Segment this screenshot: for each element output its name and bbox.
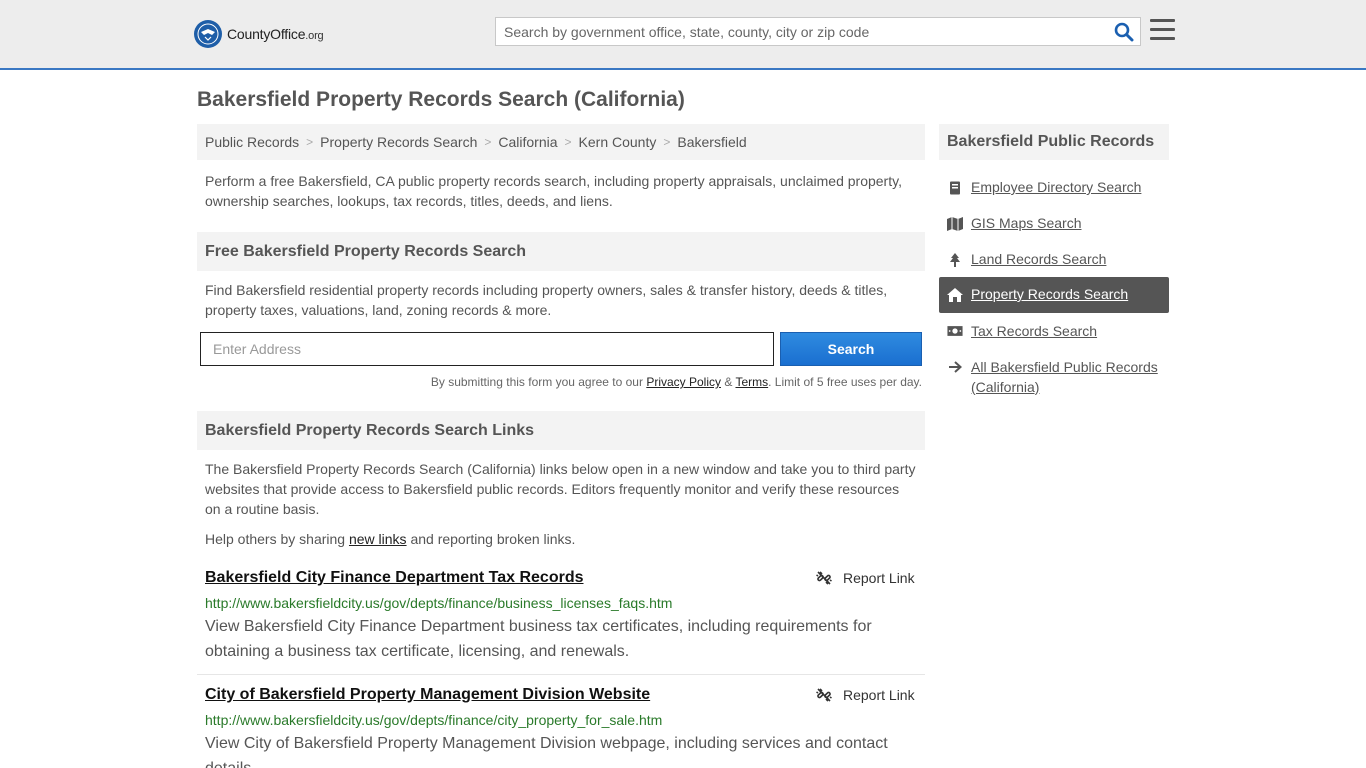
hamburger-menu-icon[interactable]: [1150, 19, 1175, 41]
map-icon: [947, 215, 963, 231]
free-search-heading: Free Bakersfield Property Records Search: [197, 232, 925, 271]
site-search-input[interactable]: [496, 18, 1106, 45]
logo-text: CountyOffice.org: [227, 26, 324, 42]
sidebar-item-employee-directory[interactable]: Employee Directory Search: [939, 170, 1169, 206]
breadcrumb-separator: >: [564, 135, 572, 149]
result-description: View Bakersfield City Finance Department…: [205, 618, 872, 660]
site-logo[interactable]: CountyOffice.org: [194, 20, 324, 48]
result-description: View City of Bakersfield Property Manage…: [205, 735, 888, 768]
breadcrumb-property-records[interactable]: Property Records Search: [320, 134, 477, 150]
sidebar-item-land-records[interactable]: Land Records Search: [939, 242, 1169, 278]
breadcrumb-bakersfield[interactable]: Bakersfield: [677, 134, 746, 150]
free-search-description: Find Bakersfield residential property re…: [205, 282, 888, 318]
result-title-link[interactable]: City of Bakersfield Property Management …: [205, 686, 650, 704]
sidebar-item-label: GIS Maps Search: [971, 215, 1082, 231]
links-description: The Bakersfield Property Records Search …: [205, 461, 916, 517]
result-title-link[interactable]: Bakersfield City Finance Department Tax …: [205, 569, 584, 587]
new-links-link[interactable]: new links: [349, 531, 407, 547]
breadcrumb-public-records[interactable]: Public Records: [205, 134, 299, 150]
result-divider: [197, 674, 925, 675]
links-heading: Bakersfield Property Records Search Link…: [197, 411, 925, 450]
breadcrumb-california[interactable]: California: [498, 134, 557, 150]
sidebar-item-label: Tax Records Search: [971, 323, 1098, 339]
report-link-button[interactable]: Report Link: [816, 570, 915, 586]
breadcrumb: Public Records > Property Records Search…: [197, 124, 925, 160]
site-search: [495, 17, 1141, 46]
page-title: Bakersfield Property Records Search (Cal…: [197, 88, 685, 111]
breadcrumb-kern-county[interactable]: Kern County: [579, 134, 657, 150]
search-button[interactable]: Search: [780, 332, 922, 366]
sidebar-heading: Bakersfield Public Records: [939, 124, 1169, 160]
result-url: http://www.bakersfieldcity.us/gov/depts/…: [205, 595, 673, 611]
report-link-button[interactable]: Report Link: [816, 687, 915, 703]
terms-link[interactable]: Terms: [735, 375, 768, 389]
search-icon[interactable]: [1114, 22, 1134, 42]
arrow-right-icon: [947, 359, 963, 373]
sidebar-item-label: All Bakersfield Public Records (Californ…: [971, 359, 1158, 395]
sidebar-item-all-public-records[interactable]: All Bakersfield Public Records (Californ…: [939, 350, 1169, 406]
result-url: http://www.bakersfieldcity.us/gov/depts/…: [205, 712, 663, 728]
sidebar-item-label: Property Records Search: [971, 286, 1129, 302]
sidebar-item-label: Land Records Search: [971, 251, 1107, 267]
address-input[interactable]: [200, 332, 774, 366]
breadcrumb-separator: >: [484, 135, 492, 149]
tree-icon: [947, 251, 963, 267]
home-icon: [947, 286, 963, 302]
sidebar-item-property-records[interactable]: Property Records Search: [939, 277, 1169, 313]
book-icon: [947, 179, 963, 195]
broken-link-icon: [816, 688, 832, 702]
county-seal-icon: [194, 20, 222, 48]
top-bar: CountyOffice.org: [0, 0, 1366, 70]
intro-text: Perform a free Bakersfield, CA public pr…: [205, 173, 902, 209]
terms-notice: By submitting this form you agree to our…: [430, 375, 922, 389]
share-links-text: Help others by sharing new links and rep…: [205, 531, 576, 547]
money-icon: [947, 323, 963, 337]
breadcrumb-separator: >: [663, 135, 671, 149]
privacy-policy-link[interactable]: Privacy Policy: [646, 375, 721, 389]
sidebar-item-label: Employee Directory Search: [971, 179, 1142, 195]
sidebar-item-tax-records[interactable]: Tax Records Search: [939, 314, 1169, 350]
sidebar-item-gis-maps[interactable]: GIS Maps Search: [939, 206, 1169, 242]
broken-link-icon: [816, 571, 832, 585]
breadcrumb-separator: >: [306, 135, 314, 149]
